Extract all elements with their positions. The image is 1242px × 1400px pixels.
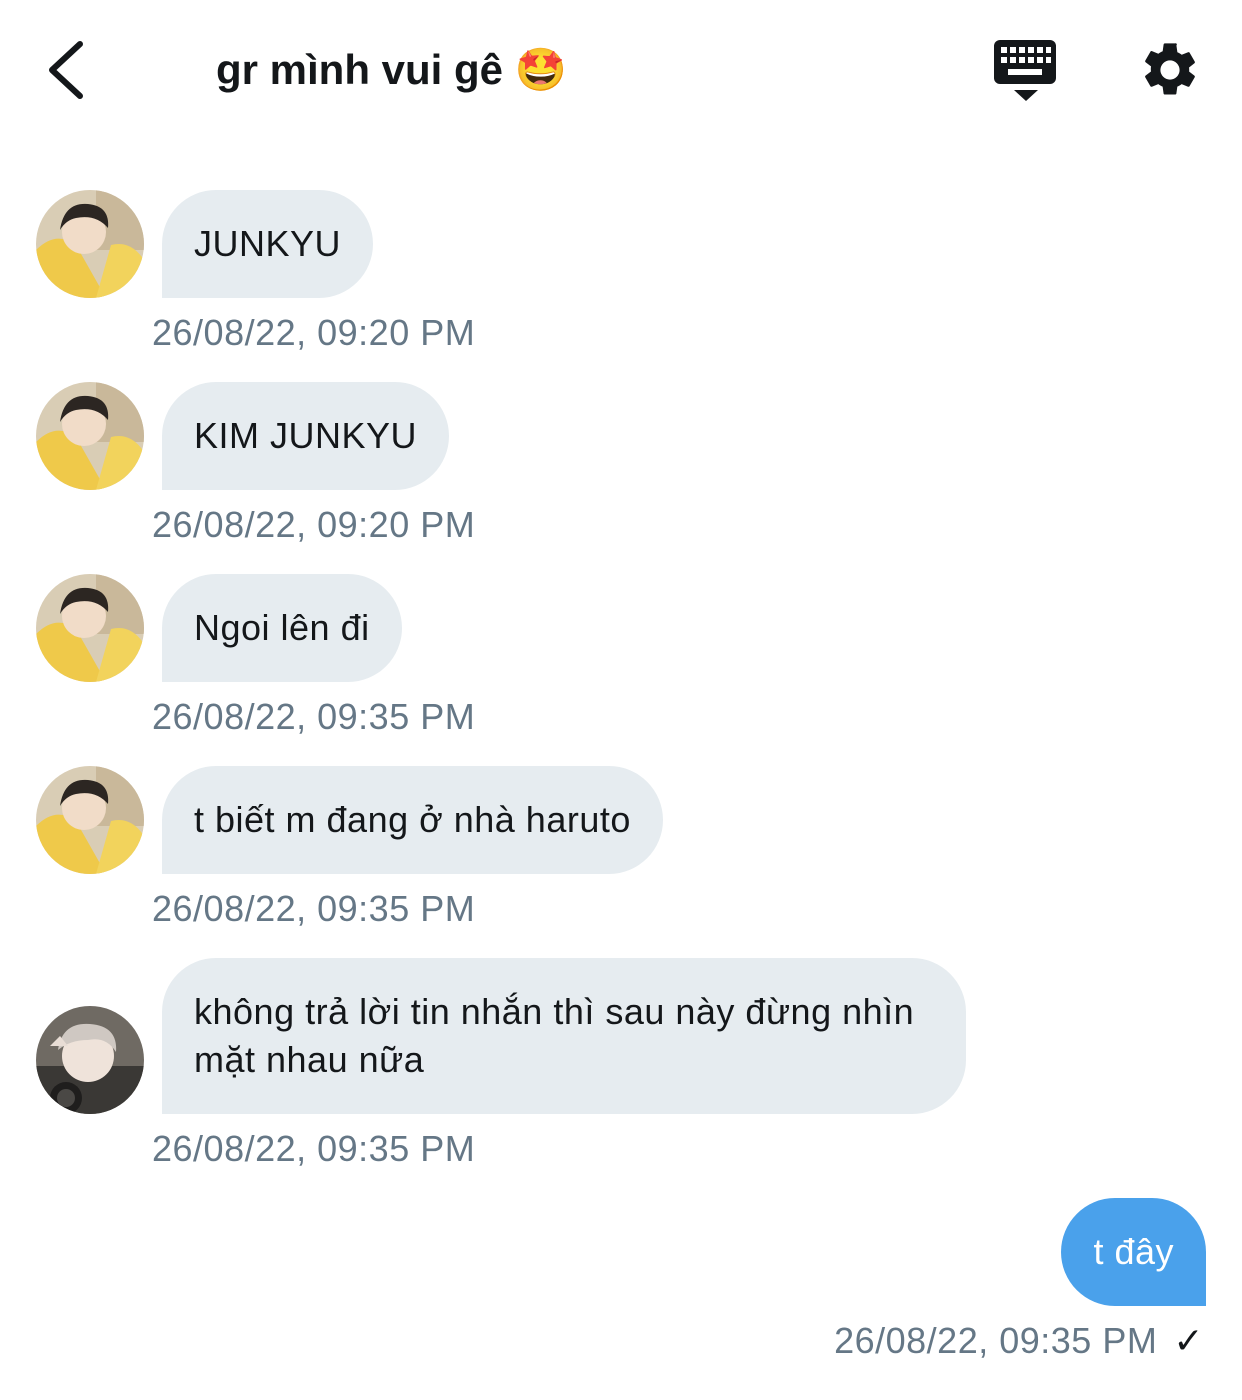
avatar[interactable] bbox=[36, 190, 144, 298]
message-timestamp: 26/08/22, 09:20 PM bbox=[152, 312, 476, 353]
avatar[interactable] bbox=[36, 766, 144, 874]
message-bubble[interactable]: Ngoi lên đi bbox=[162, 574, 402, 682]
message-bubble[interactable]: KIM JUNKYU bbox=[162, 382, 450, 490]
back-button[interactable] bbox=[40, 38, 96, 102]
sent-message-meta: 26/08/22, 09:35 PM ✓ bbox=[834, 1320, 1204, 1362]
gear-icon bbox=[1145, 43, 1195, 95]
message-timestamp: 26/08/22, 09:35 PM bbox=[152, 1128, 476, 1169]
message-bubble[interactable]: t biết m đang ở nhà haruto bbox=[162, 766, 663, 874]
message-timestamp: 26/08/22, 09:20 PM bbox=[152, 504, 476, 545]
sent-message-bubble[interactable]: t đây bbox=[1061, 1198, 1206, 1306]
avatar[interactable] bbox=[36, 1006, 144, 1114]
settings-button[interactable] bbox=[1138, 38, 1202, 102]
conversation-title: gr mình vui gê 🤩 bbox=[216, 46, 567, 93]
message-bubble[interactable]: không trả lời tin nhắn thì sau này đừng … bbox=[162, 958, 966, 1114]
keyboard-icon bbox=[994, 40, 1056, 101]
chevron-left-icon bbox=[49, 41, 83, 99]
keyboard-button[interactable] bbox=[990, 38, 1062, 104]
message-timestamp: 26/08/22, 09:35 PM bbox=[834, 1320, 1158, 1361]
message-timestamp: 26/08/22, 09:35 PM bbox=[152, 696, 476, 737]
read-check-icon: ✓ bbox=[1173, 1320, 1204, 1361]
chat-header: gr mình vui gê 🤩 bbox=[0, 0, 1242, 140]
avatar[interactable] bbox=[36, 382, 144, 490]
avatar[interactable] bbox=[36, 574, 144, 682]
message-timestamp: 26/08/22, 09:35 PM bbox=[152, 888, 476, 929]
message-bubble[interactable]: JUNKYU bbox=[162, 190, 374, 298]
